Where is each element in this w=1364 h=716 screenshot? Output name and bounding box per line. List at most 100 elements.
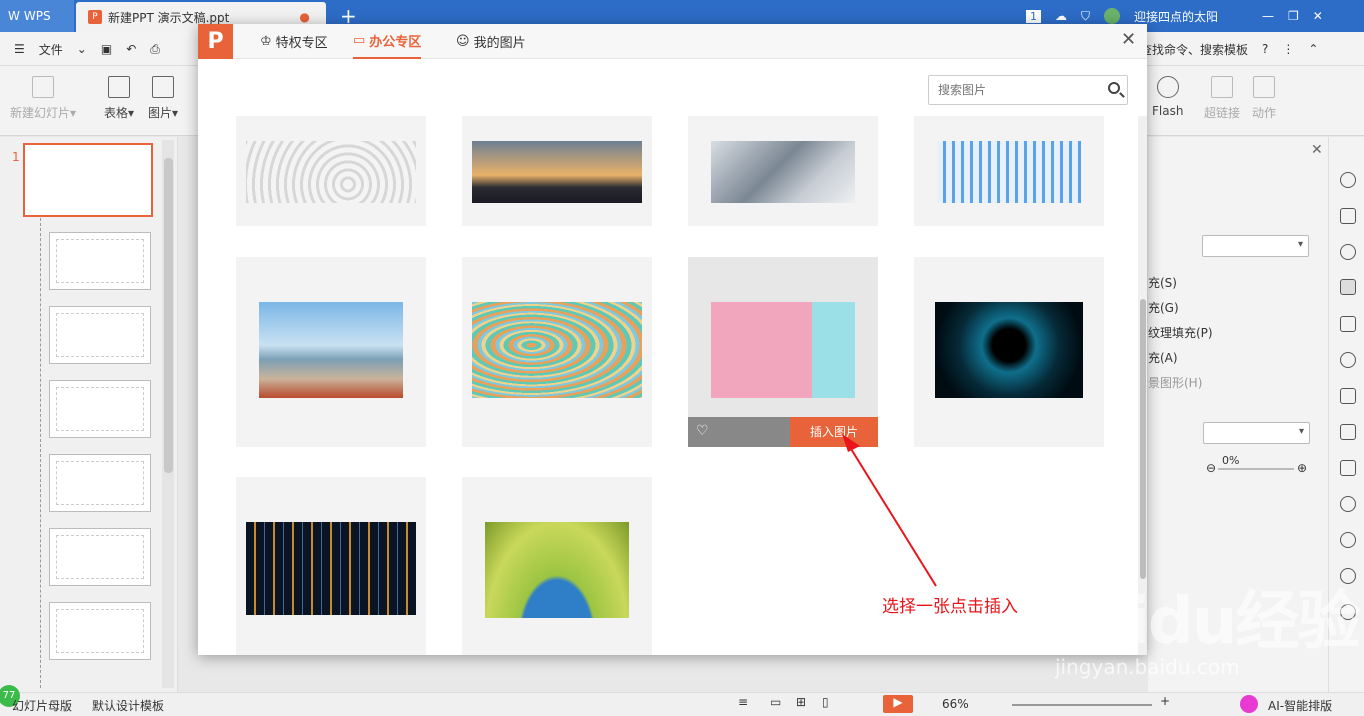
slide-thumbnail-current[interactable] [23, 143, 153, 217]
notes-icon[interactable]: ≡ [738, 695, 748, 709]
wps-logo-icon: W [8, 9, 20, 23]
solid-fill-option[interactable]: 充(S) [1148, 274, 1177, 291]
picture-card[interactable] [462, 257, 652, 447]
dialog-close-icon[interactable]: ✕ [1121, 29, 1136, 50]
zoom-level[interactable]: 66% [942, 697, 969, 711]
left-scrollbar-thumb[interactable] [164, 158, 173, 473]
dot-icon: ● [299, 10, 310, 24]
minimize-icon[interactable]: — [1262, 9, 1274, 23]
ai-icon [1240, 695, 1258, 713]
zoom-in-icon[interactable]: + [1160, 694, 1170, 708]
picture-card[interactable] [462, 116, 652, 226]
color-dropdown[interactable] [1203, 422, 1310, 444]
pane-close-icon[interactable]: ✕ [1311, 142, 1323, 158]
pattern-fill-option[interactable]: 充(A) [1148, 349, 1178, 366]
fill-dropdown[interactable] [1202, 235, 1309, 257]
baidu-watermark: Baidu经验 [1040, 585, 1361, 659]
slide-master-label[interactable]: 幻灯片母版 [12, 697, 72, 714]
save-icon[interactable]: ▣ [101, 42, 112, 56]
heart-icon[interactable]: ♡ [696, 423, 709, 439]
zoom-slider[interactable] [1012, 704, 1152, 706]
picture-card[interactable] [236, 477, 426, 655]
picture-card[interactable] [236, 116, 426, 226]
ppt-file-icon: P [88, 10, 102, 24]
picture-button[interactable]: 图片▾ [148, 76, 178, 121]
tab-office[interactable]: ▭ 办公专区 [353, 24, 422, 59]
box-icon[interactable] [1340, 388, 1356, 404]
picture-card-hover[interactable]: ♡ 插入图片 [688, 257, 878, 447]
undo-icon[interactable]: ↶ [126, 42, 136, 56]
crown-icon: ♔ [260, 34, 272, 49]
minus-icon[interactable]: ⊖ [1206, 461, 1216, 475]
share-icon[interactable] [1340, 424, 1356, 440]
star-icon[interactable] [1340, 352, 1356, 368]
picture-card[interactable] [462, 477, 652, 655]
background-graphic-option[interactable]: 景图形(H) [1148, 374, 1202, 391]
picture-card[interactable] [236, 257, 426, 447]
avatar[interactable] [1104, 8, 1121, 24]
search-icon[interactable] [1108, 82, 1120, 94]
link-icon [1211, 76, 1233, 98]
shirt-icon[interactable]: ⛉ [1081, 9, 1090, 24]
picture-card[interactable] [914, 116, 1104, 226]
tab-privilege[interactable]: ♔ 特权专区 [260, 24, 328, 59]
action-button[interactable]: 动作 [1252, 76, 1276, 121]
shield-icon[interactable] [1340, 532, 1356, 548]
more-icon[interactable]: ⋮ [1282, 42, 1294, 56]
layout-thumbnail[interactable] [49, 454, 151, 512]
search-input[interactable] [929, 76, 1099, 104]
chevron-down-icon[interactable]: ⌄ [77, 42, 87, 56]
blue-vortex-image [935, 302, 1083, 398]
layout-thumbnail[interactable] [49, 380, 151, 438]
collapse-icon[interactable]: ⌃ [1308, 42, 1318, 56]
hyperlink-button[interactable]: 超链接 [1204, 76, 1240, 121]
image-icon[interactable] [1340, 316, 1356, 332]
play-button[interactable]: ▶ [883, 695, 913, 713]
texture-fill-option[interactable]: 纹理填充(P) [1148, 324, 1213, 341]
picture-grid: ♡ 插入图片 [198, 116, 1138, 655]
tab-my-pictures[interactable]: ☺ 我的图片 [456, 24, 526, 59]
dialog-scrollbar-thumb[interactable] [1140, 299, 1146, 579]
help-icon[interactable]: ? [1262, 42, 1268, 56]
plus-icon[interactable]: ⊕ [1297, 461, 1307, 475]
shapes-icon[interactable] [1340, 244, 1356, 260]
car-beach-image [259, 302, 403, 398]
layers-icon[interactable] [1340, 208, 1356, 224]
command-search[interactable]: 查找命令、搜索模板 [1140, 41, 1248, 58]
magic-icon[interactable] [1340, 172, 1356, 188]
user-name[interactable]: 迎接四点的太阳 [1134, 8, 1218, 25]
reading-view-icon[interactable]: ▯ [822, 695, 829, 709]
template-label[interactable]: 默认设计模板 [92, 697, 164, 714]
picture-card[interactable] [688, 116, 878, 226]
transparency-slider[interactable] [1218, 468, 1294, 470]
new-slide-button[interactable]: 新建幻灯片▾ [10, 76, 76, 121]
properties-icon[interactable] [1340, 279, 1356, 295]
file-menu[interactable]: 文件 [39, 41, 63, 58]
cloud-icon[interactable]: ☁ [1055, 9, 1067, 23]
layout-thumbnail[interactable] [49, 602, 151, 660]
audio-icon[interactable] [1340, 496, 1356, 512]
layout-thumbnail[interactable] [49, 232, 151, 290]
window-close-icon[interactable]: ✕ [1313, 9, 1323, 23]
transparency-value: 0% [1222, 454, 1240, 467]
user-icon: ☺ [456, 34, 470, 49]
normal-view-icon[interactable]: ▭ [770, 695, 781, 709]
gallery-icon[interactable] [1340, 460, 1356, 476]
table-button[interactable]: 表格▾ [104, 76, 134, 121]
print-icon[interactable]: ⎙ [150, 42, 160, 57]
tab-label: 特权专区 [275, 36, 328, 51]
flash-button[interactable]: Flash [1152, 76, 1183, 118]
wps-home-tab[interactable]: W WPS [0, 0, 74, 32]
gradient-fill-option[interactable]: 充(G) [1148, 299, 1179, 316]
picture-card[interactable] [914, 257, 1104, 447]
mountain-people-image [472, 141, 642, 203]
grid-view-icon[interactable]: ⊞ [796, 695, 806, 709]
menu-icon[interactable]: ☰ [14, 42, 25, 56]
ai-layout-button[interactable]: AI-智能排版 [1268, 697, 1332, 714]
annotation-arrow [842, 434, 937, 587]
picture-icon [152, 76, 175, 98]
layout-thumbnail[interactable] [49, 528, 151, 586]
layout-thumbnail[interactable] [49, 306, 151, 364]
app-name: WPS [23, 9, 51, 23]
restore-icon[interactable]: ❐ [1288, 9, 1299, 23]
